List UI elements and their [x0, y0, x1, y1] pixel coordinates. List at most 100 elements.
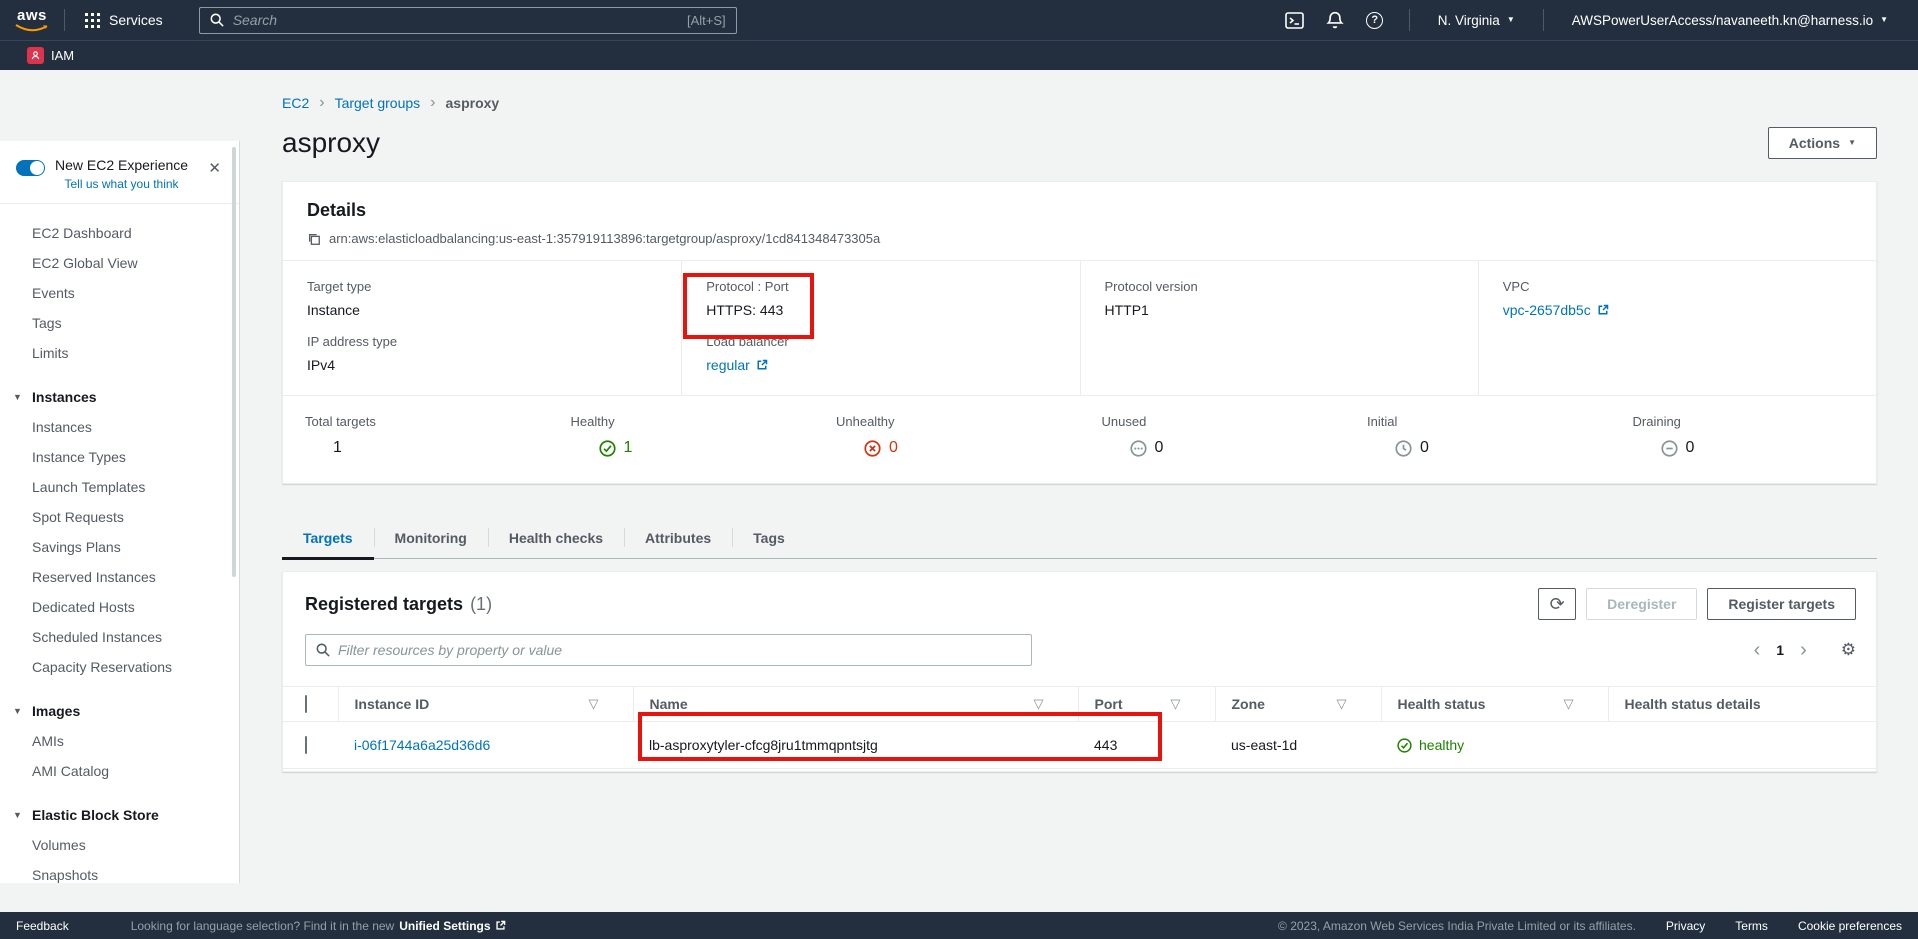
privacy-link[interactable]: Privacy	[1666, 919, 1705, 933]
sidebar-item-reserved-instances[interactable]: Reserved Instances	[0, 562, 239, 592]
sidebar-item-dedicated-hosts[interactable]: Dedicated Hosts	[0, 592, 239, 622]
filter-funnel-icon[interactable]: ▽	[589, 696, 599, 712]
vpc-link[interactable]: vpc-2657db5c	[1503, 302, 1609, 318]
region-selector[interactable]: N. Virginia ▼	[1424, 13, 1529, 28]
actions-button[interactable]: Actions ▼	[1768, 127, 1877, 159]
notifications-bell-icon[interactable]	[1315, 0, 1355, 40]
tab-targets[interactable]: Targets	[282, 520, 374, 558]
sidebar-item-volumes[interactable]: Volumes	[0, 830, 239, 860]
tab-health-checks[interactable]: Health checks	[488, 520, 624, 558]
column-header-instance-id: Instance ID	[355, 696, 430, 712]
filter-funnel-icon[interactable]: ▽	[1337, 696, 1347, 712]
global-search-box[interactable]: [Alt+S]	[199, 7, 737, 34]
external-link-icon	[495, 920, 506, 931]
clock-circle-icon	[1395, 440, 1412, 457]
sidebar-item-ami-catalog[interactable]: AMI Catalog	[0, 756, 239, 786]
terms-link[interactable]: Terms	[1735, 919, 1768, 933]
sidebar-scrollbar[interactable]	[232, 147, 236, 577]
sidebar-item-limits[interactable]: Limits	[0, 338, 239, 368]
sidebar-section-instances[interactable]: ▼Instances	[0, 382, 239, 412]
pinned-service-iam[interactable]: IAM	[27, 47, 74, 64]
sidebar-item-instances[interactable]: Instances	[0, 412, 239, 442]
cookie-preferences-link[interactable]: Cookie preferences	[1798, 919, 1902, 933]
sidebar-item-scheduled-instances[interactable]: Scheduled Instances	[0, 622, 239, 652]
pagination: ‹ 1 › ⚙	[1754, 640, 1856, 660]
feedback-link[interactable]: Feedback	[16, 919, 69, 933]
aws-smile-icon	[14, 23, 50, 33]
nav-divider	[64, 9, 65, 31]
tab-tags[interactable]: Tags	[732, 520, 806, 558]
sidebar-item-launch-templates[interactable]: Launch Templates	[0, 472, 239, 502]
close-icon[interactable]: ✕	[204, 157, 225, 179]
search-icon	[210, 13, 224, 27]
breadcrumb-current: asproxy	[446, 95, 500, 111]
unhealthy-label: Unhealthy	[836, 414, 1080, 429]
unified-settings-link[interactable]: Unified Settings	[399, 919, 505, 933]
sidebar-item-events[interactable]: Events	[0, 278, 239, 308]
draining-count: 0	[1686, 439, 1695, 457]
console-footer: Feedback Looking for language selection?…	[0, 912, 1918, 939]
breadcrumb-ec2[interactable]: EC2	[282, 95, 309, 111]
sidebar-item-ec2-global-view[interactable]: EC2 Global View	[0, 248, 239, 278]
select-all-checkbox[interactable]	[305, 695, 307, 713]
table-settings-gear-icon[interactable]: ⚙	[1841, 640, 1856, 660]
copyright-text: © 2023, Amazon Web Services India Privat…	[1278, 919, 1636, 933]
ip-address-type-label: IP address type	[307, 334, 657, 349]
sidebar-section-images[interactable]: ▼Images	[0, 696, 239, 726]
help-icon[interactable]: ?	[1355, 0, 1395, 40]
table-row: i-06f1744a6a25d36d6 lb-asproxytyler-cfcg…	[283, 722, 1876, 769]
instance-id-link[interactable]: i-06f1744a6a25d36d6	[354, 737, 490, 753]
account-menu[interactable]: AWSPowerUserAccess/navaneeth.kn@harness.…	[1558, 13, 1902, 28]
nav-divider	[1543, 9, 1544, 31]
unhealthy-count: 0	[889, 439, 898, 457]
sidebar-item-savings-plans[interactable]: Savings Plans	[0, 532, 239, 562]
sidebar-item-tags[interactable]: Tags	[0, 308, 239, 338]
feedback-link[interactable]: Tell us what you think	[55, 177, 188, 191]
sidebar-item-instance-types[interactable]: Instance Types	[0, 442, 239, 472]
copy-icon[interactable]	[307, 232, 321, 246]
row-checkbox[interactable]	[305, 736, 307, 754]
caret-down-icon: ▼	[13, 810, 22, 820]
protocol-port-label: Protocol : Port	[706, 279, 1055, 294]
previous-page-icon[interactable]: ‹	[1754, 640, 1761, 660]
favorites-bar: IAM	[0, 40, 1918, 70]
sidebar-item-spot-requests[interactable]: Spot Requests	[0, 502, 239, 532]
tab-monitoring[interactable]: Monitoring	[374, 520, 488, 558]
target-zone-cell: us-east-1d	[1231, 737, 1297, 753]
caret-down-icon: ▼	[13, 392, 22, 402]
ellipsis-circle-icon	[1130, 440, 1147, 457]
x-circle-icon	[864, 440, 881, 457]
sidebar-section-elastic-block-store[interactable]: ▼Elastic Block Store	[0, 800, 239, 830]
sidebar-item-snapshots[interactable]: Snapshots	[0, 860, 239, 890]
sidebar-item-amis[interactable]: AMIs	[0, 726, 239, 756]
sidebar-item-capacity-reservations[interactable]: Capacity Reservations	[0, 652, 239, 682]
column-header-zone: Zone	[1232, 696, 1265, 712]
current-page-number[interactable]: 1	[1776, 642, 1784, 658]
breadcrumb-target-groups[interactable]: Target groups	[335, 95, 421, 111]
search-input[interactable]	[233, 12, 678, 28]
refresh-button[interactable]: ⟳	[1538, 588, 1576, 620]
ec2-sidebar: New EC2 Experience Tell us what you thin…	[0, 141, 240, 883]
initial-label: Initial	[1367, 414, 1611, 429]
load-balancer-label: Load balancer	[706, 334, 1055, 349]
cloudshell-icon[interactable]	[1275, 0, 1315, 40]
register-targets-button[interactable]: Register targets	[1707, 588, 1856, 620]
targets-filter-input[interactable]	[338, 642, 1021, 658]
filter-funnel-icon[interactable]: ▽	[1564, 696, 1574, 712]
deregister-button[interactable]: Deregister	[1586, 588, 1697, 620]
aws-logo-text: aws	[17, 7, 47, 24]
load-balancer-link[interactable]: regular	[706, 357, 768, 373]
filter-funnel-icon[interactable]: ▽	[1171, 696, 1181, 712]
details-card: Details arn:aws:elasticloadbalancing:us-…	[282, 181, 1877, 484]
filter-funnel-icon[interactable]: ▽	[1034, 696, 1044, 712]
services-menu-button[interactable]: Services	[79, 12, 169, 28]
new-experience-toggle[interactable]	[16, 160, 45, 176]
next-page-icon[interactable]: ›	[1800, 640, 1807, 660]
aws-logo[interactable]: aws	[14, 7, 50, 33]
external-link-icon	[1597, 304, 1609, 316]
tab-attributes[interactable]: Attributes	[624, 520, 732, 558]
targets-filter-box[interactable]	[305, 634, 1032, 666]
sidebar-item-ec2-dashboard[interactable]: EC2 Dashboard	[0, 218, 239, 248]
caret-down-icon: ▼	[13, 706, 22, 716]
topbar-right-controls: ? N. Virginia ▼ AWSPowerUserAccess/navan…	[1275, 0, 1918, 40]
